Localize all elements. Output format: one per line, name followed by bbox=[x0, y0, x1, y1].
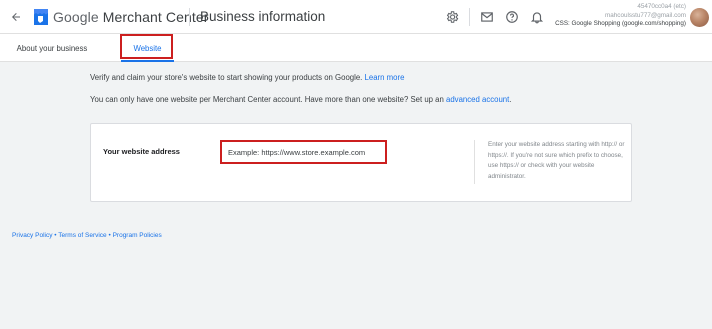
settings-icon[interactable] bbox=[445, 10, 459, 24]
footer-separator: • bbox=[54, 232, 57, 239]
help-icon[interactable] bbox=[505, 10, 519, 24]
header-icons-divider bbox=[469, 8, 470, 26]
back-arrow-icon[interactable] bbox=[8, 9, 24, 25]
website-help-text: Enter your website address starting with… bbox=[488, 141, 625, 180]
brand-product: Merchant Center bbox=[102, 9, 209, 25]
tab-website-label: Website bbox=[133, 43, 162, 53]
footer-links: Privacy Policy • Terms of Service • Prog… bbox=[12, 232, 162, 239]
one-website-info-line: You can only have one website per Mercha… bbox=[90, 95, 444, 104]
website-address-label: Your website address bbox=[103, 147, 180, 156]
terms-of-service-link[interactable]: Terms of Service bbox=[58, 232, 106, 239]
avatar[interactable] bbox=[690, 8, 709, 27]
header-divider bbox=[189, 8, 190, 26]
verify-info-text: Verify and claim your store's website to… bbox=[90, 73, 404, 82]
page-title: Business information bbox=[200, 9, 326, 24]
info-line-period: . bbox=[509, 95, 512, 104]
brand-name[interactable]: Google Merchant Center bbox=[53, 9, 209, 25]
brand-google: Google bbox=[53, 9, 99, 25]
account-id: 45470cc0a4 (etc) bbox=[637, 3, 686, 10]
help-divider bbox=[474, 140, 475, 184]
merchant-center-logo-icon[interactable] bbox=[33, 8, 49, 26]
mail-icon[interactable] bbox=[480, 10, 494, 24]
tab-about-your-business[interactable]: About your business bbox=[0, 34, 104, 62]
account-switcher[interactable]: 45470cc0a4 (etc) mahcoulsstu777@gmail.co… bbox=[555, 3, 686, 29]
advanced-account-link[interactable]: advanced account bbox=[446, 95, 509, 104]
account-email: mahcoulsstu777@gmail.com bbox=[605, 11, 686, 19]
account-name: CSS: Google Shopping (google.com/shoppin… bbox=[555, 20, 686, 28]
program-policies-link[interactable]: Program Policies bbox=[113, 232, 162, 239]
one-website-info-text: You can only have one website per Mercha… bbox=[90, 95, 511, 104]
verify-info-line: Verify and claim your store's website to… bbox=[90, 73, 363, 82]
tab-bar: About your business Website bbox=[0, 34, 712, 62]
learn-more-link[interactable]: Learn more bbox=[365, 73, 405, 82]
website-address-card: Your website address Enter your website … bbox=[90, 123, 632, 202]
privacy-policy-link[interactable]: Privacy Policy bbox=[12, 232, 52, 239]
notifications-icon[interactable] bbox=[530, 10, 544, 24]
active-tab-indicator bbox=[121, 60, 174, 62]
website-address-field[interactable] bbox=[220, 140, 387, 164]
tab-website[interactable]: Website bbox=[121, 34, 174, 62]
footer-separator: • bbox=[108, 232, 111, 239]
top-app-bar: Google Merchant Center Business informat… bbox=[0, 0, 712, 34]
website-address-input[interactable] bbox=[228, 147, 385, 157]
